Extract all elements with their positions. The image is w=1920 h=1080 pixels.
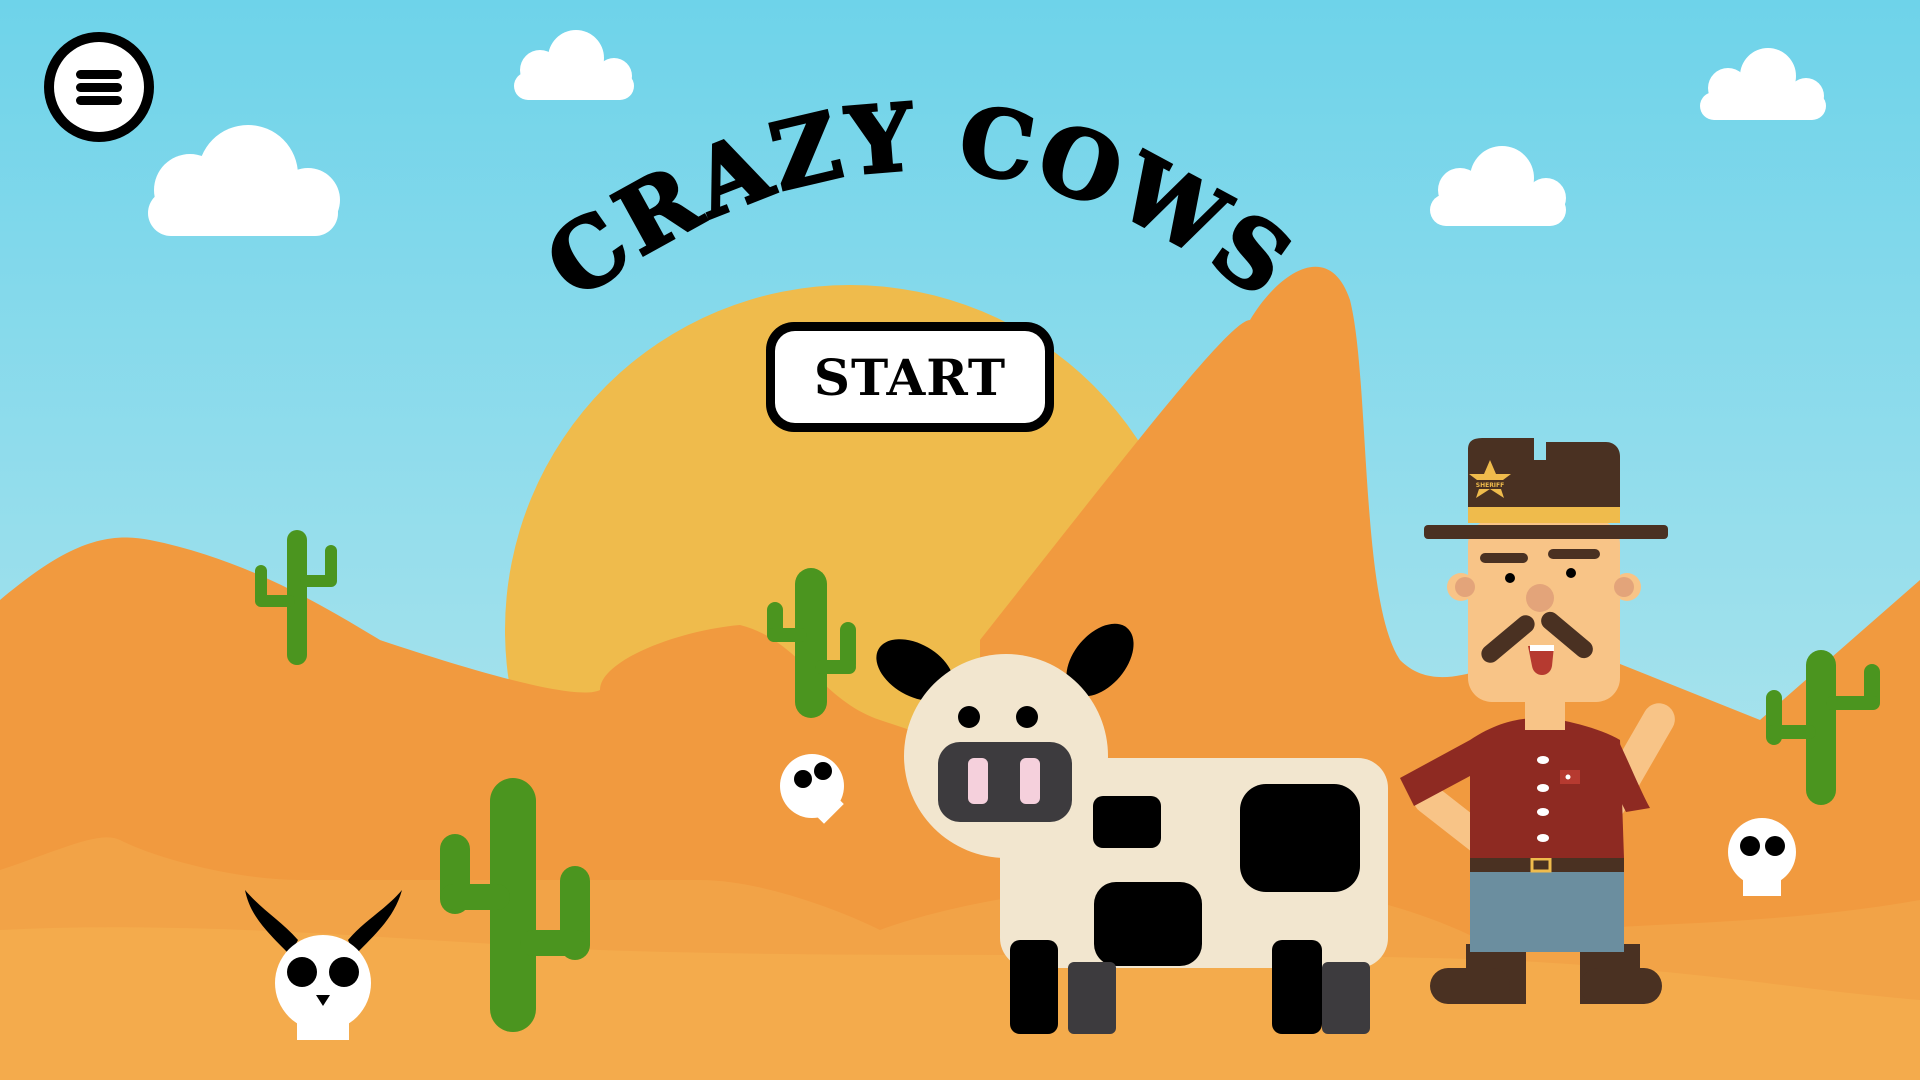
game-scene: SHERIFF CRAZY COWS xyxy=(0,0,1920,1080)
start-button[interactable]: START xyxy=(766,322,1054,432)
start-button-label[interactable]: START xyxy=(775,331,1045,423)
hamburger-menu-icon[interactable] xyxy=(54,42,144,132)
sheriff-badge-text: SHERIFF xyxy=(1476,482,1505,489)
menu-button[interactable] xyxy=(44,32,154,142)
